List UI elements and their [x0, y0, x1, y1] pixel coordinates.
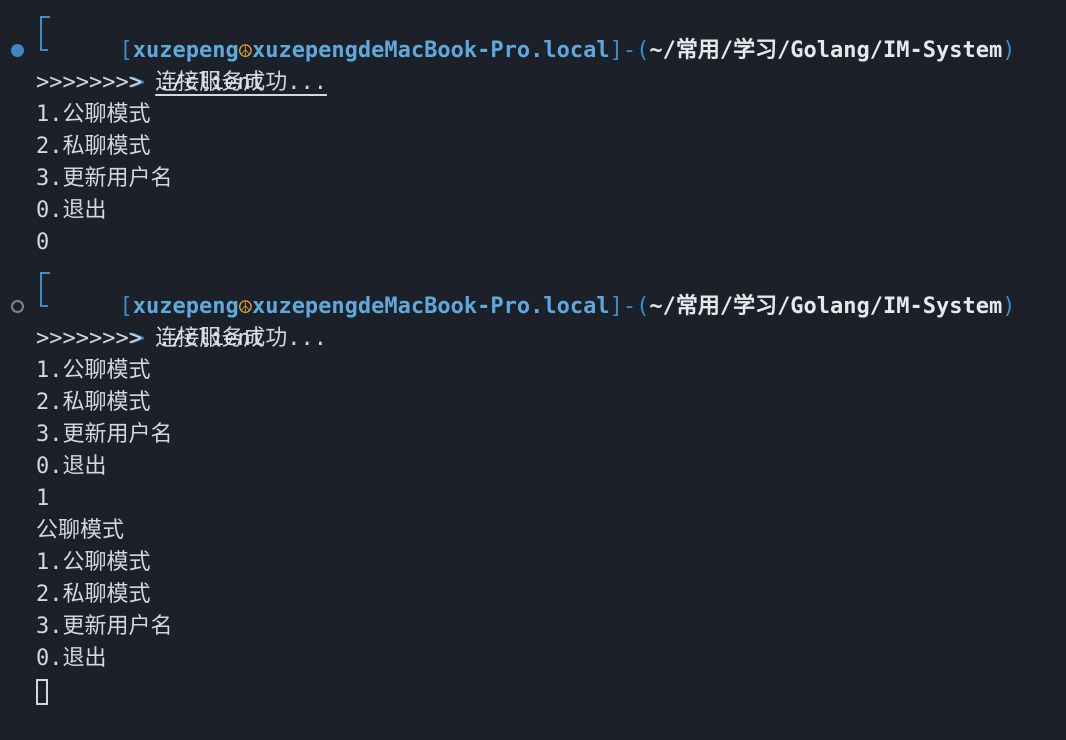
- command-status-marker-icon[interactable]: [11, 300, 24, 313]
- menu-item: 3.更新用户名: [36, 614, 173, 639]
- command-status-marker-icon[interactable]: [11, 44, 24, 57]
- menu-item: 2.私聊模式: [36, 134, 151, 159]
- prompt-corner-bottom: [40, 35, 48, 51]
- menu-item: 1.公聊模式: [36, 102, 151, 127]
- session-block-2: [xuzepeng☮xuzepengdeMacBook-Pro.local]-(…: [0, 259, 1066, 707]
- session-block-1: [xuzepeng☮xuzepengdeMacBook-Pro.local]-(…: [0, 3, 1066, 259]
- connect-prefix: >>>>>>>>: [36, 70, 142, 95]
- menu-item: 3.更新用户名: [36, 422, 173, 447]
- prompt-command-line: > ./client: [0, 35, 1066, 95]
- connect-status-line: >>>>>>>> 连接服务成功...: [0, 67, 1066, 99]
- menu-item: 1.公聊模式: [36, 550, 151, 575]
- connect-prefix: >>>>>>>>: [36, 326, 142, 351]
- menu-item: 0.退出: [36, 454, 107, 479]
- user-input-line: 0: [36, 230, 50, 255]
- prompt-header: [xuzepeng☮xuzepengdeMacBook-Pro.local]-(…: [0, 3, 1066, 63]
- menu-item: 2.私聊模式: [36, 390, 151, 415]
- menu-item: 3.更新用户名: [36, 166, 173, 191]
- user-input-line: 1: [36, 486, 50, 511]
- menu-item: 2.私聊模式: [36, 582, 151, 607]
- prompt-header: [xuzepeng☮xuzepengdeMacBook-Pro.local]-(…: [0, 259, 1066, 319]
- text-cursor[interactable]: [36, 679, 48, 705]
- input-line[interactable]: [0, 675, 1066, 707]
- prompt-corner-bottom: [40, 291, 48, 307]
- menu-item: 1.公聊模式: [36, 358, 151, 383]
- mode-message-line: 公聊模式: [36, 518, 125, 543]
- terminal-window[interactable]: [xuzepeng☮xuzepengdeMacBook-Pro.local]-(…: [0, 0, 1066, 740]
- connect-message: 连接服务成功...: [155, 326, 327, 351]
- menu-item: 0.退出: [36, 646, 107, 671]
- connect-status-line: >>>>>>>> 连接服务成功...: [0, 323, 1066, 355]
- connect-message: 连接服务成功...: [155, 70, 327, 95]
- menu-item: 0.退出: [36, 198, 107, 223]
- prompt-command-line: > ./client: [0, 291, 1066, 351]
